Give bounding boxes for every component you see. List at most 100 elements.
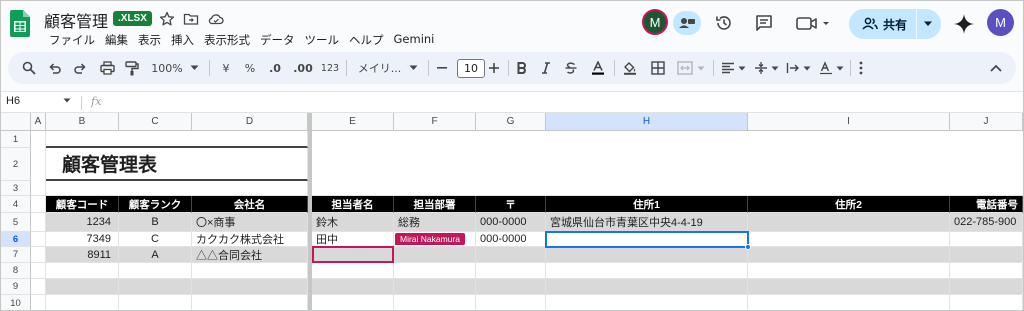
row-header-5[interactable]: 5 xyxy=(1,213,31,232)
row-header-6[interactable]: 6 xyxy=(1,232,31,247)
increase-decimal-button[interactable]: .00 xyxy=(291,52,315,84)
row-header-7[interactable]: 7 xyxy=(1,247,31,263)
table-cell[interactable]: B xyxy=(119,213,192,232)
menu-edit[interactable]: 編集 xyxy=(100,32,133,48)
table-cell[interactable] xyxy=(748,263,950,279)
paint-format-button[interactable] xyxy=(122,52,142,84)
header-customer-rank[interactable]: 顧客ランク xyxy=(119,196,192,213)
row-header-3[interactable]: 3 xyxy=(1,181,31,196)
move-to-folder-icon[interactable] xyxy=(183,11,199,27)
text-rotation-button[interactable] xyxy=(816,52,846,84)
sheets-logo-icon[interactable] xyxy=(10,10,30,37)
table-cell[interactable] xyxy=(46,279,119,295)
redo-button[interactable] xyxy=(70,52,90,84)
header-department[interactable]: 担当部署 xyxy=(394,196,476,213)
menu-data[interactable]: データ xyxy=(255,32,300,48)
table-cell[interactable]: 8911 xyxy=(46,247,119,263)
menu-help[interactable]: ヘルプ xyxy=(344,32,389,48)
gemini-sparkle-icon[interactable] xyxy=(953,13,975,35)
table-cell[interactable]: カクカク株式会社 xyxy=(192,232,308,247)
frozen-columns-divider[interactable] xyxy=(308,113,312,310)
cell-a6[interactable] xyxy=(31,232,46,247)
header-company-name[interactable]: 会社名 xyxy=(192,196,308,213)
cell-a4[interactable] xyxy=(31,196,46,213)
borders-button[interactable] xyxy=(648,52,668,84)
row-header-8[interactable]: 8 xyxy=(1,263,31,279)
name-box-caret-icon[interactable] xyxy=(63,98,71,103)
table-cell[interactable] xyxy=(950,263,1023,279)
table-cell[interactable] xyxy=(748,295,950,310)
table-cell[interactable] xyxy=(312,263,394,279)
zoom-select[interactable]: 100% xyxy=(149,52,201,84)
row-header-9[interactable]: 9 xyxy=(1,279,31,295)
comments-icon[interactable] xyxy=(754,13,774,33)
table-cell[interactable] xyxy=(476,263,546,279)
table-cell[interactable]: 7349 xyxy=(46,232,119,247)
table-cell[interactable]: C xyxy=(119,232,192,247)
table-cell[interactable] xyxy=(192,295,308,310)
table-cell[interactable]: 総務 xyxy=(394,213,476,232)
sheet-title[interactable]: 顧客管理表 xyxy=(46,148,308,181)
more-formats-button[interactable]: 123 xyxy=(319,52,341,84)
collaborator-avatar[interactable]: M xyxy=(642,9,668,35)
column-header-c[interactable]: C xyxy=(119,113,192,131)
table-cell[interactable]: 022-785-900 xyxy=(950,213,1023,232)
font-family-select[interactable]: メイリ... xyxy=(353,52,423,84)
print-button[interactable] xyxy=(97,52,117,84)
italic-button[interactable] xyxy=(538,52,554,84)
header-address-1[interactable]: 住所1 xyxy=(546,196,748,213)
table-cell[interactable] xyxy=(950,295,1023,310)
table-cell[interactable] xyxy=(748,232,950,247)
cell-b3[interactable] xyxy=(46,181,308,196)
table-cell[interactable] xyxy=(312,295,394,310)
column-header-i[interactable]: I xyxy=(748,113,950,131)
menu-insert[interactable]: 挿入 xyxy=(166,32,199,48)
percent-format-button[interactable]: % xyxy=(241,52,259,84)
meet-video-icon[interactable] xyxy=(796,13,832,33)
share-button[interactable]: 共有 xyxy=(849,9,941,39)
collapse-menus-button[interactable] xyxy=(986,52,1006,84)
increase-font-size-button[interactable] xyxy=(486,52,502,84)
sheet-grid[interactable]: A B C D E F G H I J 1 2 3 4 5 6 7 8 9 10… xyxy=(1,113,1023,310)
row-header-1[interactable]: 1 xyxy=(1,131,31,148)
file-format-badge[interactable]: .XLSX xyxy=(113,11,152,26)
table-cell[interactable] xyxy=(476,295,546,310)
merge-cells-button[interactable] xyxy=(674,52,708,84)
table-cell[interactable] xyxy=(546,263,748,279)
table-cell[interactable] xyxy=(950,232,1023,247)
chat-with-collaborators-icon[interactable] xyxy=(673,11,701,35)
header-customer-code[interactable]: 顧客コード xyxy=(46,196,119,213)
currency-format-button[interactable]: ¥ xyxy=(217,52,235,84)
table-cell[interactable] xyxy=(748,247,950,263)
cell-a7[interactable] xyxy=(31,247,46,263)
menu-file[interactable]: ファイル xyxy=(44,32,100,48)
more-options-button[interactable] xyxy=(854,52,868,84)
table-cell[interactable]: 1234 xyxy=(46,213,119,232)
table-cell[interactable] xyxy=(192,279,308,295)
table-cell[interactable] xyxy=(46,263,119,279)
table-cell[interactable] xyxy=(546,279,748,295)
text-wrapping-button[interactable] xyxy=(784,52,812,84)
cell-a9[interactable] xyxy=(31,279,46,295)
cell-a5[interactable] xyxy=(31,213,46,232)
table-cell[interactable] xyxy=(394,263,476,279)
cell-a1-a3[interactable] xyxy=(31,131,46,196)
table-cell[interactable]: 田中 xyxy=(312,232,394,247)
menu-format[interactable]: 表示形式 xyxy=(199,32,255,48)
fill-color-button[interactable] xyxy=(620,52,640,84)
row-header-4[interactable]: 4 xyxy=(1,196,31,213)
font-size-input[interactable]: 10 xyxy=(457,59,485,78)
table-cell[interactable] xyxy=(748,213,950,232)
search-menus-button[interactable] xyxy=(19,52,39,84)
decrease-font-size-button[interactable] xyxy=(434,52,450,84)
table-cell[interactable] xyxy=(394,247,476,263)
column-header-g[interactable]: G xyxy=(476,113,546,131)
vertical-align-button[interactable] xyxy=(752,52,780,84)
table-cell[interactable] xyxy=(476,247,546,263)
table-cell[interactable]: 000-0000 xyxy=(476,213,546,232)
cells-e1-j3[interactable] xyxy=(312,131,1023,196)
row-header-10[interactable]: 10 xyxy=(1,295,31,310)
table-cell[interactable]: A xyxy=(119,247,192,263)
text-color-button[interactable] xyxy=(588,52,608,84)
menu-tools[interactable]: ツール xyxy=(300,32,345,48)
